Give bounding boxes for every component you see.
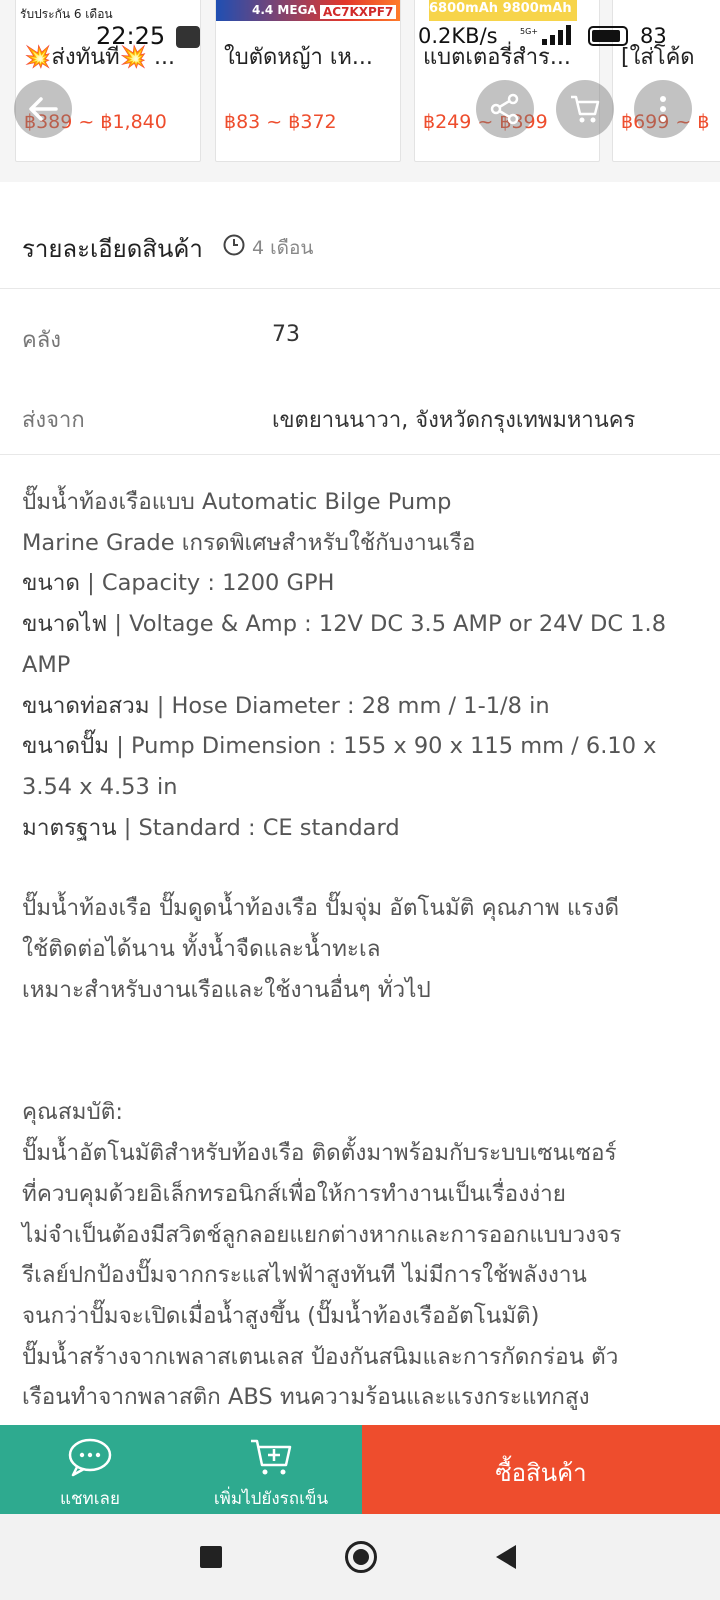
desc-key: มาตรฐาน [22,814,117,841]
add-to-cart-label: เพิ่มไปยังรถเข็น [213,1489,329,1509]
promo-code: AC7KXPF7 [320,5,397,19]
home-button[interactable] [345,1541,377,1573]
spec-value: 73 [272,322,300,347]
spec-row-ships-from: ส่งจาก เขตยานนาวา, จังหวัดกรุงเทพมหานคร [0,376,720,456]
more-button[interactable] [634,80,692,138]
desc-line: ขนาดท่อสวม | Hose Diameter : 28 mm / 1-1… [22,686,712,727]
section-title: รายละเอียดสินค้า [22,235,203,263]
related-product-card[interactable]: 4.4 MEGA AC7KXPF7 ใบตัดหญ้า เห... ฿83 ~ … [215,0,401,162]
desc-line: ขนาด | Capacity : 1200 GPH [22,563,712,604]
add-to-cart-button[interactable]: เพิ่มไปยังรถเข็น [180,1425,362,1514]
desc-value: | Standard : CE standard [116,814,400,841]
arrow-left-icon [29,97,58,121]
desc-value: | Hose Diameter : 28 mm / 1-1/8 in [149,692,550,719]
action-bar: แชทเลย เพิ่มไปยังรถเข็น ซื้อสินค้า [0,1425,720,1514]
cart-button[interactable] [556,80,614,138]
product-details-header: รายละเอียดสินค้า 4 เดือน [0,203,720,289]
desc-line: จนกว่าปั๊มจะเปิดเมื่อน้ำสูงขึ้น (ปั๊มน้ำ… [22,1302,540,1329]
more-vertical-icon [660,96,666,122]
desc-line: ปั๊มน้ำท้องเรือแบบ Automatic Bilge Pump [22,489,452,515]
banner-text: 6800mAh 9800mAh [429,1,572,16]
desc-value: | Pump Dimension : 155 x 90 x 115 mm / 6… [109,733,657,760]
desc-key: ขนาดไฟ [22,611,108,638]
desc-value: | Voltage & Amp : 12V DC 3.5 AMP or 24V … [107,611,667,638]
product-thumbnail: 6800mAh 9800mAh [415,0,599,21]
desc-line: Marine Grade เกรดพิเศษสำหรับใช้กับงานเรื… [22,529,476,556]
desc-line: ใช้ติดต่อได้นาน ทั้งน้ำจืดและน้ำทะเล [22,936,381,963]
recent-apps-button[interactable] [200,1546,222,1568]
product-thumbnail [613,0,720,21]
chat-now-button[interactable]: แชทเลย [0,1425,180,1514]
system-back-button[interactable] [496,1545,516,1569]
desc-line: คุณสมบัติ: [22,1099,123,1126]
buy-now-button[interactable]: ซื้อสินค้า [362,1425,720,1514]
product-name: ใบตัดหญ้า เห... [224,45,373,70]
desc-line: รีเลย์ปกป้องปั๊มจากกระแสไฟฟ้าสูงทันที ไม… [22,1262,587,1289]
banner-text: 4.4 MEGA [252,3,317,17]
clock-icon [223,234,245,256]
desc-line: ไม่จำเป็นต้องมีสวิตช์ลูกลอยแยกต่างหากและ… [22,1221,622,1248]
desc-line: เรือนทำจากพลาสติก ABS ทนความร้อนและแรงกร… [22,1384,590,1411]
desc-line: เหมาะสำหรับงานเรือและใช้งานอื่นๆ ทั่วไป [22,976,431,1003]
spec-label: ส่งจาก [22,408,85,433]
desc-value: | Capacity : 1200 GPH [80,570,335,597]
desc-line: 3.54 x 4.53 in [22,773,178,800]
banner-text: รับประกัน 6 เดือน [20,7,113,21]
desc-line: มาตรฐาน | Standard : CE standard [22,808,712,849]
chat-label: แชทเลย [60,1489,120,1509]
desc-line: ปั๊มน้ำสร้างจากเพลาสเตนเลส ป้องกันสนิมแล… [22,1343,619,1370]
desc-key: ขนาดท่อสวม [22,692,150,719]
buy-label: ซื้อสินค้า [495,1459,587,1487]
listing-age: 4 เดือน [252,237,314,259]
back-button[interactable] [14,80,72,138]
desc-line: ปั๊มน้ำอัตโนมัติสำหรับท้องเรือ ติดตั้งมา… [22,1140,617,1167]
desc-line: AMP [22,651,71,678]
divider [0,454,720,455]
share-button[interactable] [476,80,534,138]
product-name: 💥ส่งทันที💥 ... [24,45,175,70]
spec-value: เขตยานนาวา, จังหวัดกรุงเทพมหานคร [272,408,636,433]
desc-line: ปั๊มน้ำท้องเรือ ปั๊มดูดน้ำท้องเรือ ปั๊มจ… [22,895,620,922]
desc-key: ขนาด [22,570,81,597]
desc-line: ขนาดปั๊ม | Pump Dimension : 155 x 90 x 1… [22,726,712,767]
share-icon [490,93,519,125]
product-thumbnail: 4.4 MEGA AC7KXPF7 [216,0,400,21]
product-thumbnail: รับประกัน 6 เดือน [16,0,200,21]
product-name: แบตเตอรี่สำร... [423,45,571,70]
cart-plus-icon [251,1439,292,1475]
system-nav-bar [0,1514,720,1600]
cart-icon [571,95,600,123]
spec-row-stock: คลัง 73 [0,296,720,376]
product-description: ปั๊มน้ำท้องเรือแบบ Automatic Bilge Pump … [22,482,712,1418]
desc-line: ขนาดไฟ | Voltage & Amp : 12V DC 3.5 AMP … [22,604,712,645]
desc-key: ขนาดปั๊ม [22,733,110,760]
spec-label: คลัง [22,328,61,353]
related-products-strip: รับประกัน 6 เดือน 💥ส่งทันที💥 ... ฿389 ~ … [0,0,720,182]
desc-line: ที่ควบคุมด้วยอิเล็กทรอนิกส์เพื่อให้การทำ… [22,1180,566,1207]
product-name: [ใส่โค้ด [621,45,695,70]
chat-icon [68,1438,112,1477]
product-price: ฿83 ~ ฿372 [224,111,337,133]
